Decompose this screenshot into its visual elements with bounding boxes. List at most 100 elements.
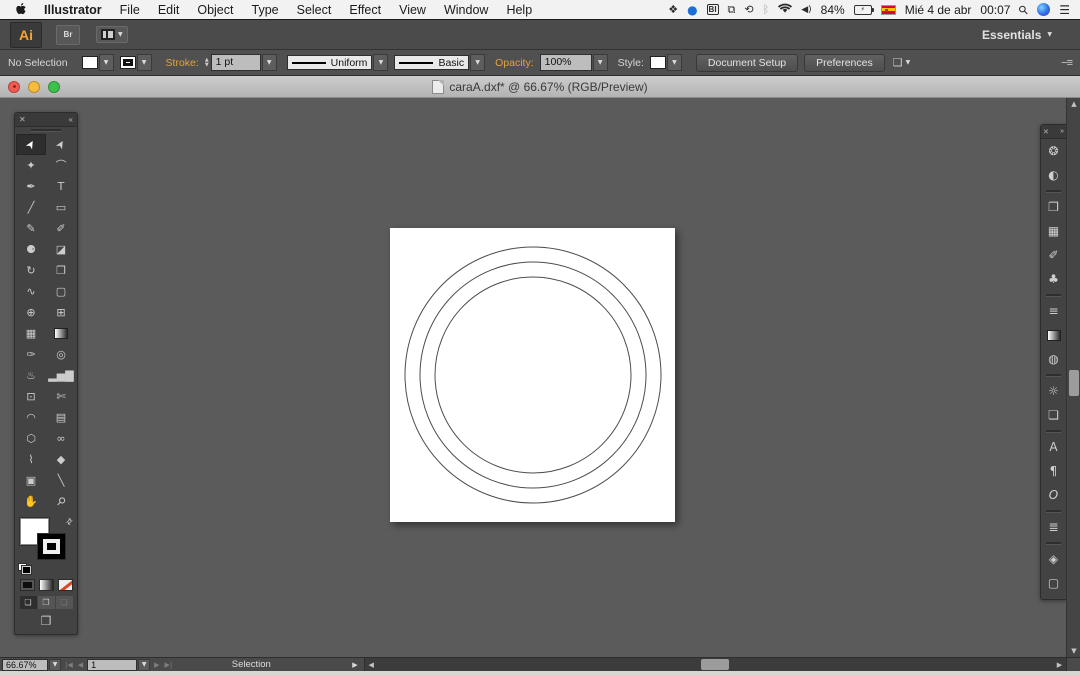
appearance-panel-icon[interactable]: ☼	[1041, 379, 1066, 403]
menu-type[interactable]: Type	[252, 3, 279, 17]
displays-icon[interactable]: ⧉	[728, 3, 736, 17]
menu-effect[interactable]: Effect	[349, 3, 381, 17]
direct-selection-tool[interactable]: ➤	[46, 134, 76, 155]
menu-illustrator[interactable]: Illustrator	[44, 3, 102, 17]
hand-tool[interactable]: ✋	[16, 491, 46, 512]
zoom-window-button[interactable]	[48, 80, 60, 93]
minimize-window-button[interactable]	[28, 80, 40, 93]
stroke-color-dropdown[interactable]: ▼	[136, 54, 152, 71]
blend-tool[interactable]: ◎	[46, 344, 76, 365]
graphic-styles-panel-icon[interactable]: ❏	[1041, 403, 1066, 427]
width-tool[interactable]: ∿	[16, 281, 46, 302]
brush-definition-select[interactable]: Basic	[394, 55, 470, 70]
menu-bar-date[interactable]: Mié 4 de abr	[905, 3, 972, 17]
dropbox-icon[interactable]: ❖	[668, 3, 678, 16]
dock-close-icon[interactable]: ✕	[1043, 128, 1049, 136]
swatches-panel-icon[interactable]: ▦	[1041, 219, 1066, 243]
gradient-button[interactable]	[38, 579, 54, 591]
type-tool[interactable]: T	[46, 176, 76, 197]
bluetooth-icon[interactable]: ᛒ	[763, 3, 770, 16]
gradient-tool[interactable]	[46, 323, 76, 344]
menu-window[interactable]: Window	[444, 3, 488, 17]
transform-frame-tool[interactable]: ▣	[16, 470, 46, 491]
profile-dropdown[interactable]: ▼	[373, 54, 389, 71]
zoom-tool[interactable]: ⚲	[46, 491, 76, 512]
magic-wand-tool[interactable]: ✦	[16, 155, 46, 176]
polygon-tool[interactable]: ⬡	[16, 428, 46, 449]
zoom-level-dropdown[interactable]: ▼	[49, 658, 61, 671]
apple-menu-icon[interactable]	[16, 3, 27, 16]
default-fill-stroke-icon[interactable]	[18, 563, 31, 574]
artboard-tool[interactable]: ⊡	[16, 386, 46, 407]
volume-icon[interactable]: ◀)	[801, 5, 811, 15]
menu-help[interactable]: Help	[506, 3, 532, 17]
fill-color-chip[interactable]	[81, 56, 98, 69]
color-guide-panel-icon[interactable]: ◐	[1041, 163, 1066, 187]
style-chip[interactable]	[649, 56, 666, 69]
artboard-nav-prev[interactable]: |◀ ◀	[65, 661, 83, 669]
notification-center-icon[interactable]: ☰	[1059, 3, 1070, 17]
vertical-scrollbar-thumb[interactable]	[1069, 370, 1079, 396]
eraser-tool[interactable]: ◪	[46, 239, 76, 260]
color-panel-icon[interactable]: ❂	[1041, 139, 1066, 163]
reshape-tool[interactable]: ◆	[46, 449, 76, 470]
change-screen-mode-button[interactable]: ❐	[15, 609, 77, 634]
menu-select[interactable]: Select	[297, 3, 332, 17]
symbol-sprayer-tool[interactable]: ♨	[16, 365, 46, 386]
opacity-field[interactable]: 100%	[539, 54, 592, 71]
zoom-level-field[interactable]: 66.67%	[2, 658, 48, 671]
app-status-icon[interactable]: ●	[687, 3, 697, 17]
artboard-number-field[interactable]: 1	[87, 658, 138, 671]
character-panel-icon[interactable]: A	[1041, 435, 1066, 459]
spotlight-search-icon[interactable]: ⚲	[1016, 1, 1032, 17]
stroke-panel-icon[interactable]: ≡	[1041, 299, 1066, 323]
menu-object[interactable]: Object	[197, 3, 233, 17]
pen-tool[interactable]: ✒	[16, 176, 46, 197]
none-button[interactable]	[57, 579, 73, 591]
arc-tool[interactable]: ◠	[16, 407, 46, 428]
preferences-button[interactable]: Preferences	[804, 53, 885, 72]
wifi-icon[interactable]	[778, 3, 793, 17]
horizontal-scrollbar[interactable]: ◀ ▶	[363, 657, 1066, 672]
bi-app-icon[interactable]: BI	[706, 4, 719, 15]
artboards-panel-icon[interactable]: ▢	[1041, 571, 1066, 595]
line-segment-tool[interactable]: ╱	[16, 197, 46, 218]
selection-tool[interactable]: ➤	[16, 134, 46, 155]
perspective-grid-tool[interactable]: ⊞	[46, 302, 76, 323]
stroke-swatch[interactable]	[38, 534, 65, 559]
arrange-documents-button[interactable]: ▼	[96, 26, 128, 43]
column-graph-tool[interactable]: ▂▅▇	[46, 365, 76, 386]
layers-panel-icon[interactable]: ◈	[1041, 547, 1066, 571]
pencil-tool[interactable]: ✐	[46, 218, 76, 239]
stroke-color-chip[interactable]	[119, 56, 136, 69]
tools-panel-grip[interactable]	[15, 127, 77, 134]
variable-width-profile-select[interactable]: Uniform	[286, 55, 373, 70]
tools-panel-close-icon[interactable]: ✕	[19, 115, 26, 124]
blob-brush-tool[interactable]: ⚈	[16, 239, 46, 260]
style-dropdown[interactable]: ▼	[666, 54, 682, 71]
workspace-switcher[interactable]: Essentials ▼	[982, 28, 1070, 42]
symbols-panel-icon[interactable]: ♣	[1041, 267, 1066, 291]
stroke-weight-stepper[interactable]: ▲ ▼	[205, 57, 209, 68]
brushes-panel-icon[interactable]: ✐	[1041, 243, 1066, 267]
siri-icon[interactable]	[1037, 3, 1051, 16]
select-similar-objects-button[interactable]: ❏ ▼	[893, 57, 911, 68]
rotate-tool[interactable]: ↻	[16, 260, 46, 281]
transparency-panel-icon[interactable]: ◍	[1041, 347, 1066, 371]
slice-tool[interactable]: ✄	[46, 386, 76, 407]
menu-edit[interactable]: Edit	[158, 3, 180, 17]
opentype-panel-icon[interactable]: O	[1041, 483, 1066, 507]
swap-fill-stroke-icon[interactable]: ⇄	[64, 516, 75, 527]
knife-tool[interactable]: ╲	[46, 470, 76, 491]
shape-builder-tool[interactable]: ⊕	[16, 302, 46, 323]
scroll-down-arrow[interactable]: ▼	[1067, 645, 1080, 657]
lasso-tool[interactable]: ⌒	[46, 155, 76, 176]
vertical-scrollbar[interactable]: ▲ ▼	[1066, 98, 1080, 657]
rectangle-tool[interactable]: ▭	[46, 197, 76, 218]
tools-panel-collapse-icon[interactable]: «	[69, 115, 73, 124]
close-window-button[interactable]	[8, 80, 20, 93]
gradient-panel-icon[interactable]	[1041, 323, 1066, 347]
eyedropper-tool[interactable]: ✑	[16, 344, 46, 365]
time-machine-icon[interactable]: ⟲	[744, 3, 753, 16]
stroke-weight-field[interactable]: 1 pt	[210, 54, 261, 71]
